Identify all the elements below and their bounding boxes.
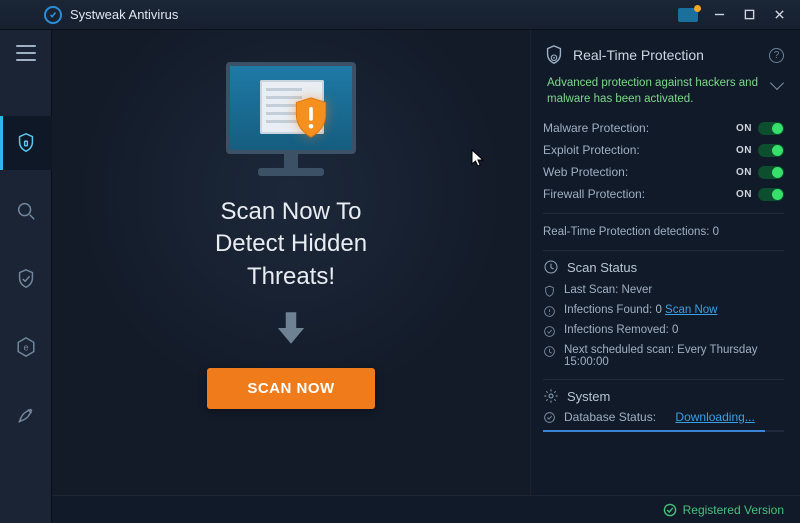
toggle-firewall[interactable]: [758, 188, 784, 201]
close-button[interactable]: [764, 2, 794, 28]
toggle-exploit[interactable]: [758, 144, 784, 157]
minimize-button[interactable]: [704, 2, 734, 28]
headline: Scan Now ToDetect HiddenThreats!: [215, 196, 367, 293]
sidebar-item-quarantine[interactable]: e: [0, 320, 52, 374]
infections-found-row: Infections Found: 0 Scan Now: [543, 301, 784, 321]
right-panel: Real-Time Protection ? Advanced protecti…: [530, 30, 800, 495]
svg-text:e: e: [23, 343, 28, 353]
footer: Registered Version: [52, 495, 800, 523]
toggle-malware[interactable]: [758, 122, 784, 135]
toggle-web[interactable]: [758, 166, 784, 179]
database-status-row: Database Status: Downloading...: [543, 410, 784, 424]
next-scan-row: Next scheduled scan: Every Thursday 15:0…: [543, 341, 784, 371]
arrow-down-icon: [270, 307, 312, 354]
app-logo-icon: [44, 6, 62, 24]
monitor-illustration: [226, 62, 356, 176]
help-icon[interactable]: ?: [769, 48, 784, 63]
scan-status-heading: Scan Status: [543, 259, 784, 275]
rtp-detections: Real-Time Protection detections: 0: [543, 222, 784, 242]
download-progress-bar: [543, 430, 784, 432]
main-area: Scan Now ToDetect HiddenThreats! SCAN NO…: [52, 30, 800, 495]
rtp-panel-title: Real-Time Protection ?: [543, 44, 784, 66]
sidebar-item-home[interactable]: [0, 116, 52, 170]
sidebar: e: [0, 30, 52, 523]
rtp-title-label: Real-Time Protection: [573, 47, 704, 63]
center-panel: Scan Now ToDetect HiddenThreats! SCAN NO…: [52, 30, 530, 495]
notification-badge-icon[interactable]: [678, 8, 698, 22]
chevron-down-icon: [770, 76, 784, 90]
scan-now-button[interactable]: SCAN NOW: [207, 368, 374, 409]
rtp-row-web: Web Protection: ON: [543, 161, 784, 183]
sidebar-item-tools[interactable]: [0, 388, 52, 442]
shield-info-icon: [543, 44, 565, 66]
rtp-status-message[interactable]: Advanced protection against hackers and …: [547, 76, 782, 107]
rtp-row-exploit: Exploit Protection: ON: [543, 139, 784, 161]
database-status-value: Downloading...: [675, 410, 754, 424]
hamburger-menu-icon[interactable]: [11, 38, 41, 68]
registered-version-label: Registered Version: [663, 503, 784, 517]
title-bar: Systweak Antivirus: [0, 0, 800, 30]
last-scan-row: Last Scan: Never: [543, 281, 784, 301]
rtp-row-firewall: Firewall Protection: ON: [543, 183, 784, 205]
sidebar-item-scan[interactable]: [0, 184, 52, 238]
rtp-row-malware: Malware Protection: ON: [543, 117, 784, 139]
check-circle-icon: [663, 503, 677, 517]
maximize-button[interactable]: [734, 2, 764, 28]
sidebar-item-protection[interactable]: [0, 252, 52, 306]
infections-removed-row: Infections Removed: 0: [543, 321, 784, 341]
scan-now-link[interactable]: Scan Now: [665, 304, 717, 316]
system-heading: System: [543, 388, 784, 404]
shield-warning-icon: [292, 96, 330, 140]
app-title: Systweak Antivirus: [70, 7, 178, 22]
